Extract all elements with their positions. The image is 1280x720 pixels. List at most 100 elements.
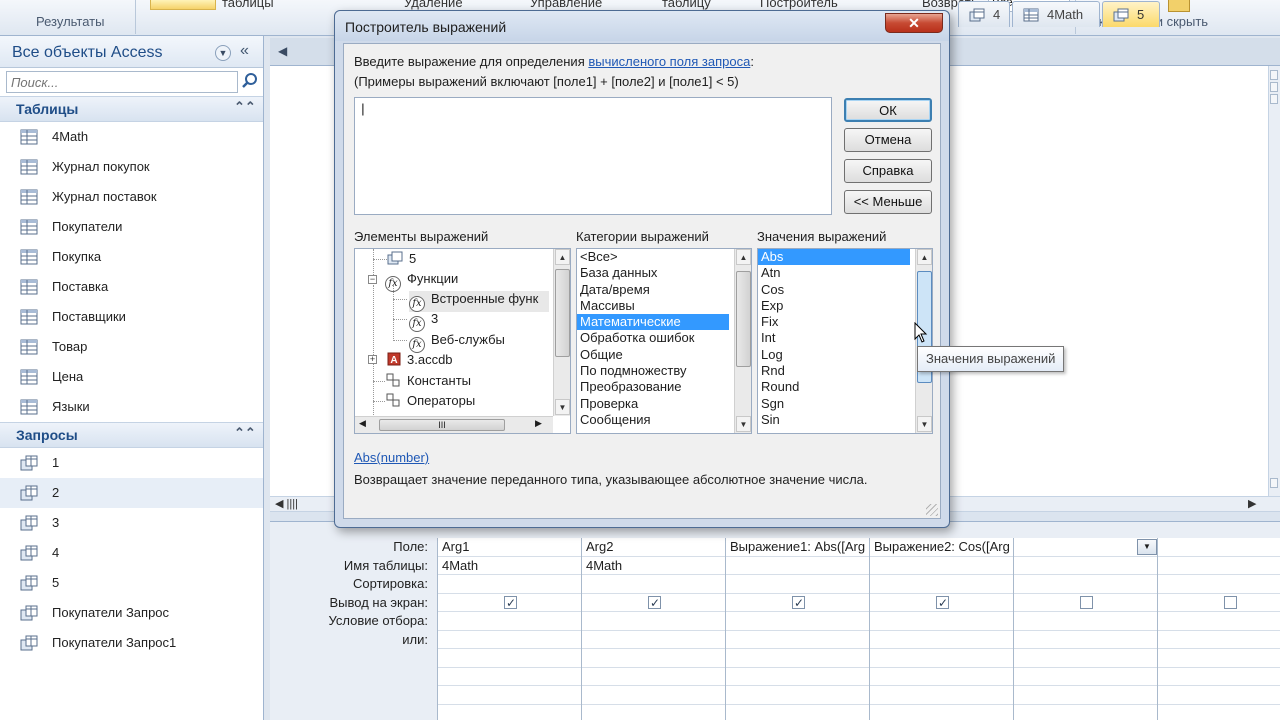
qbe-table-cell[interactable] <box>726 557 869 575</box>
qbe-field-cell[interactable]: ▼ <box>1014 538 1157 557</box>
category-item[interactable]: Общие <box>577 347 729 363</box>
qbe-field-cell[interactable]: Выражение2: Cos([Arg <box>870 538 1013 557</box>
scroll-thumb[interactable]: III <box>379 419 505 431</box>
tree-node-web-services[interactable]: fx Веб-службы <box>409 332 505 353</box>
elements-vscrollbar[interactable]: ▲ ▼ <box>553 249 570 416</box>
qbe-or-cell[interactable] <box>726 631 869 649</box>
tree-node-constants[interactable]: Константы <box>385 373 471 388</box>
category-item[interactable]: Дата/время <box>577 282 729 298</box>
qbe-field-cell[interactable] <box>1158 538 1280 557</box>
scroll-down-icon[interactable]: ▼ <box>917 416 932 432</box>
ribbon-partial-label-table2[interactable]: таблицу <box>662 0 711 10</box>
tree-node-database[interactable]: A 3.accdb <box>385 352 453 367</box>
nav-query-item[interactable]: 2 <box>0 478 263 508</box>
nav-collapse-icon[interactable]: « <box>240 42 249 60</box>
nav-query-item[interactable]: 4 <box>0 538 263 568</box>
qbe-empty-cell[interactable] <box>726 686 869 705</box>
nav-table-item[interactable]: Поставка <box>0 272 263 302</box>
ok-button[interactable]: ОК <box>844 98 932 122</box>
category-item[interactable]: Преобразование <box>577 379 729 395</box>
scroll-up-button[interactable] <box>1270 94 1278 104</box>
collapse-chevron-icon[interactable]: ⌃⌃ <box>234 99 256 115</box>
nav-menu-dropdown-icon[interactable]: ▼ <box>215 45 231 61</box>
nav-query-item[interactable]: Покупатели Запрос <box>0 598 263 628</box>
dropdown-arrow-icon[interactable]: ▼ <box>1137 539 1157 555</box>
category-item[interactable]: Математические <box>577 314 729 331</box>
nav-query-item[interactable]: 3 <box>0 508 263 538</box>
qbe-sort-cell[interactable] <box>1158 575 1280 594</box>
qbe-field-cell[interactable]: Arg1 <box>438 538 581 557</box>
ribbon-partial-label-manage[interactable]: Управление <box>530 0 602 10</box>
nav-query-item[interactable]: Покупатели Запрос1 <box>0 628 263 658</box>
tab-query-5-active[interactable]: 5 <box>1102 1 1160 27</box>
show-checkbox[interactable] <box>1224 595 1237 609</box>
value-item[interactable]: Atn <box>758 265 910 281</box>
qbe-empty-cell[interactable] <box>582 686 725 705</box>
show-checkbox[interactable] <box>792 594 805 611</box>
qbe-sort-cell[interactable] <box>438 575 581 594</box>
tree-node-3[interactable]: fx 3 <box>409 311 438 332</box>
scroll-left-icon[interactable]: ◀ <box>359 418 366 429</box>
tree-node-operators[interactable]: Операторы <box>385 393 475 408</box>
qbe-field-cell[interactable]: Arg2 <box>582 538 725 557</box>
value-item[interactable]: Int <box>758 330 910 346</box>
nav-table-item[interactable]: Журнал поставок <box>0 182 263 212</box>
nav-group-queries[interactable]: Запросы ⌃⌃ <box>0 422 263 448</box>
nav-table-item[interactable]: Покупатели <box>0 212 263 242</box>
qbe-empty-cell[interactable] <box>1014 649 1157 668</box>
tab-query-4[interactable]: 4 <box>958 1 1010 27</box>
scroll-down-icon[interactable]: ▼ <box>555 399 570 415</box>
category-item[interactable]: По подмножеству <box>577 363 729 379</box>
qbe-criteria-cell[interactable] <box>582 612 725 631</box>
nav-query-item[interactable]: 5 <box>0 568 263 598</box>
tree-node-5[interactable]: 5 <box>387 251 416 266</box>
less-button[interactable]: << Меньше <box>844 190 932 214</box>
show-checkbox[interactable] <box>1080 595 1093 609</box>
qbe-empty-cell[interactable] <box>1014 686 1157 705</box>
qbe-empty-cell[interactable] <box>438 649 581 668</box>
qbe-empty-cell[interactable] <box>438 686 581 705</box>
scroll-up-button[interactable] <box>1270 70 1278 80</box>
qbe-empty-cell[interactable] <box>726 649 869 668</box>
qbe-sort-cell[interactable] <box>582 575 725 594</box>
scroll-down-button[interactable] <box>1270 478 1278 488</box>
qbe-empty-cell[interactable] <box>870 649 1013 668</box>
qbe-empty-cell[interactable] <box>1014 668 1157 686</box>
nav-query-item[interactable]: 1 <box>0 448 263 478</box>
qbe-empty-cell[interactable] <box>1158 668 1280 686</box>
qbe-empty-cell[interactable] <box>870 686 1013 705</box>
function-signature-link[interactable]: Abs(number) <box>354 450 429 465</box>
qbe-empty-cell[interactable] <box>1158 649 1280 668</box>
qbe-or-cell[interactable] <box>870 631 1013 649</box>
show-checkbox[interactable] <box>936 594 949 611</box>
tab-table-4math[interactable]: 4Math <box>1012 1 1100 27</box>
nav-table-item[interactable]: 4Math <box>0 122 263 152</box>
show-checkbox[interactable] <box>504 594 517 611</box>
tab-scroll-left-icon[interactable]: ◀ <box>278 44 287 58</box>
dialog-titlebar[interactable]: Построитель выражений ✕ <box>335 11 949 41</box>
nav-group-tables[interactable]: Таблицы ⌃⌃ <box>0 96 263 122</box>
qbe-empty-cell[interactable] <box>1158 686 1280 705</box>
qbe-sort-cell[interactable] <box>1014 575 1157 594</box>
qbe-or-cell[interactable] <box>1014 631 1157 649</box>
collapse-icon[interactable]: − <box>368 275 377 284</box>
nav-header[interactable]: Все объекты Access ▼ « <box>0 36 263 68</box>
resize-grip-icon[interactable] <box>926 504 938 516</box>
qbe-table-cell[interactable]: 4Math <box>582 557 725 575</box>
value-item[interactable]: Log <box>758 347 910 363</box>
expand-icon[interactable]: + <box>368 355 377 364</box>
upper-vertical-scrollbar[interactable] <box>1268 66 1280 496</box>
nav-table-item[interactable]: Товар <box>0 332 263 362</box>
qbe-sort-cell[interactable] <box>870 575 1013 594</box>
ribbon-partial-label-builder[interactable]: Построитель <box>760 0 838 10</box>
category-item[interactable]: База данных <box>577 265 729 281</box>
scroll-thumb[interactable] <box>736 271 751 367</box>
scroll-down-icon[interactable]: ▼ <box>736 416 751 432</box>
value-item[interactable]: Cos <box>758 282 910 298</box>
nav-table-item[interactable]: Поставщики <box>0 302 263 332</box>
scroll-up-icon[interactable]: ▲ <box>555 249 570 265</box>
qbe-or-cell[interactable] <box>1158 631 1280 649</box>
expression-categories-list[interactable]: <Все> База данных Дата/время Массивы Математ… <box>576 248 752 434</box>
nav-table-item[interactable]: Покупка <box>0 242 263 272</box>
qbe-criteria-cell[interactable] <box>1014 612 1157 631</box>
